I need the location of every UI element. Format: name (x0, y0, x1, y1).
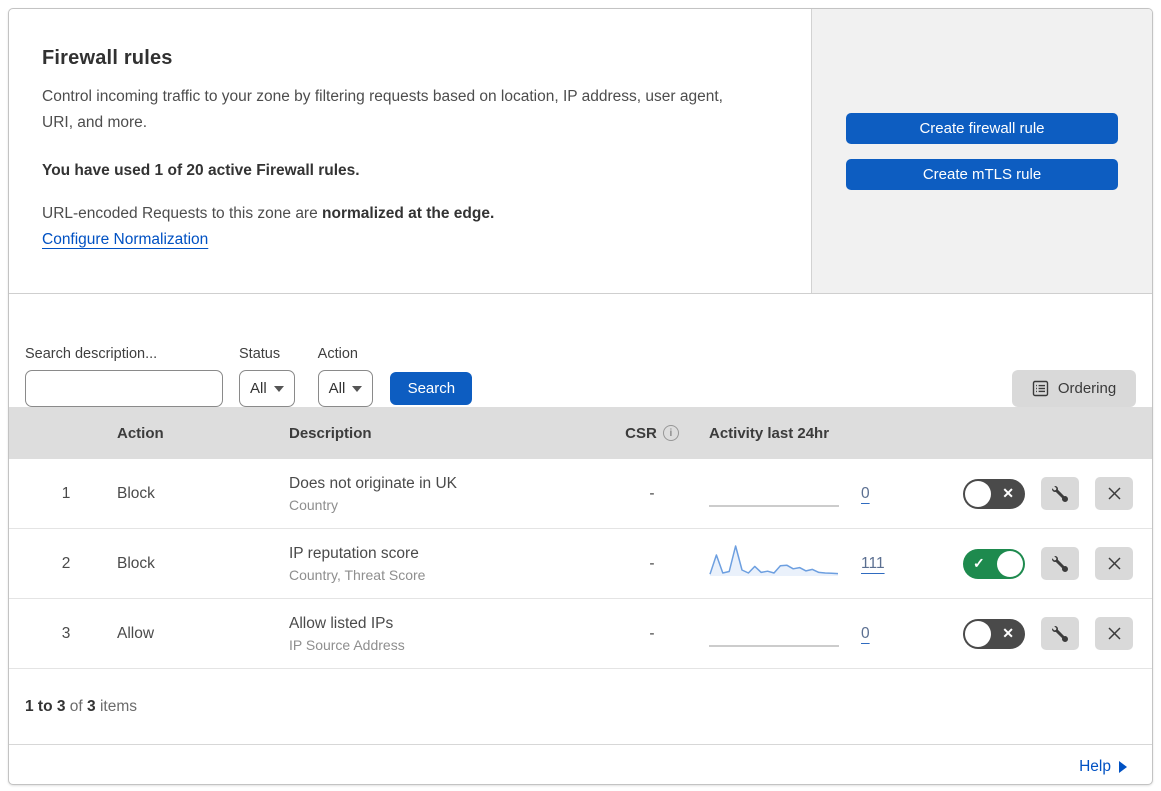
rule-enabled-toggle[interactable]: ✓ ✕ (963, 478, 1025, 509)
action-column-header: Action (117, 424, 164, 442)
pagination-summary: 1 to 3 of 3 items (9, 669, 1152, 744)
activity-count-link[interactable]: 111 (861, 555, 885, 573)
wrench-icon (1052, 555, 1068, 572)
table-row: 3 Allow Allow listed IPs IP Source Addre… (9, 599, 1152, 669)
edit-rule-button[interactable] (1041, 617, 1079, 650)
csr-column-header: CSR i (603, 425, 701, 442)
filter-bar: Search description... Status All Action … (9, 294, 1152, 407)
rule-enabled-toggle[interactable]: ✓ ✕ (963, 618, 1025, 649)
rule-fields: Country, Threat Score (289, 566, 426, 583)
toggle-knob (965, 620, 991, 647)
info-icon[interactable]: i (662, 425, 679, 441)
activity-column-header: Activity last 24hr (709, 424, 830, 442)
edit-rule-button[interactable] (1041, 547, 1079, 580)
x-icon: ✕ (1002, 625, 1014, 641)
toggle-knob (965, 480, 991, 507)
close-icon (1107, 487, 1121, 500)
action-label: Action (317, 346, 358, 362)
create-mtls-rule-button[interactable]: Create mTLS rule (846, 158, 1118, 190)
check-icon: ✓ (973, 555, 985, 571)
search-button[interactable]: Search (390, 372, 473, 405)
rule-description: Does not originate in UK (289, 474, 458, 492)
search-input[interactable] (44, 371, 243, 406)
close-icon (1107, 557, 1121, 570)
create-actions-panel: Create firewall rule Create mTLS rule (811, 9, 1152, 293)
rule-action: Allow (117, 624, 155, 642)
rule-priority: 1 (61, 484, 71, 502)
delete-rule-button[interactable] (1095, 617, 1133, 650)
delete-rule-button[interactable] (1095, 547, 1133, 580)
ordering-button[interactable]: Ordering (1012, 370, 1136, 407)
action-select[interactable]: All (317, 370, 374, 407)
wrench-icon (1052, 485, 1068, 502)
close-icon (1107, 627, 1121, 640)
rule-fields: Country (289, 496, 339, 513)
pagination-of: of (69, 697, 83, 715)
search-input-wrapper (25, 370, 243, 407)
activity-sparkline (709, 473, 839, 514)
help-bar: Help (9, 744, 1152, 784)
rule-fields: IP Source Address (289, 636, 405, 653)
intro-section: Firewall rules Control incoming traffic … (9, 9, 1152, 294)
rule-csr: - (649, 484, 655, 502)
table-row: 2 Block IP reputation score Country, Thr… (9, 529, 1152, 599)
configure-normalization-link[interactable]: Configure Normalization (42, 231, 208, 249)
activity-sparkline (709, 543, 839, 584)
firewall-rules-card: Firewall rules Control incoming traffic … (8, 8, 1153, 785)
delete-rule-button[interactable] (1095, 477, 1133, 510)
pagination-total: 3 (87, 697, 96, 715)
arrow-right-icon (1119, 761, 1127, 773)
edit-rule-button[interactable] (1041, 477, 1079, 510)
ordering-list-icon (1032, 380, 1049, 397)
rule-csr: - (649, 554, 655, 572)
wrench-icon (1052, 625, 1068, 642)
create-firewall-rule-button[interactable]: Create firewall rule (846, 112, 1118, 144)
help-link-label: Help (1079, 758, 1111, 775)
normalization-note-bold: normalized at the edge. (322, 205, 495, 223)
normalization-note-prefix: URL-encoded Requests to this zone are (42, 205, 323, 223)
intro-text: Firewall rules Control incoming traffic … (9, 9, 811, 293)
search-label: Search description... (25, 346, 158, 362)
table-header-row: Action Description CSR i Activity last 2… (9, 407, 1152, 459)
rule-description: IP reputation score (289, 544, 419, 562)
activity-count-link[interactable]: 0 (861, 485, 870, 503)
usage-summary: You have used 1 of 20 active Firewall ru… (42, 162, 360, 180)
status-select[interactable]: All (239, 370, 295, 407)
toggle-knob (997, 550, 1023, 577)
rule-enabled-toggle[interactable]: ✓ ✕ (963, 548, 1025, 579)
chevron-down-icon (352, 385, 363, 392)
normalization-note: URL-encoded Requests to this zone are no… (42, 205, 771, 223)
page-title: Firewall rules (42, 47, 173, 69)
help-link[interactable]: Help (1079, 758, 1127, 776)
rule-action: Block (117, 554, 155, 572)
pagination-range: 1 to 3 (25, 697, 66, 715)
activity-count-link[interactable]: 0 (861, 625, 870, 643)
rule-action: Block (117, 484, 155, 502)
rule-priority: 2 (61, 554, 71, 572)
description-column-header: Description (289, 424, 372, 442)
rule-description: Allow listed IPs (289, 614, 394, 632)
rule-priority: 3 (61, 624, 71, 642)
activity-sparkline (709, 613, 839, 654)
rule-csr: - (649, 624, 655, 642)
status-select-value: All (250, 380, 267, 397)
chevron-down-icon (273, 385, 284, 392)
action-select-value: All (328, 380, 346, 397)
page-description: Control incoming traffic to your zone by… (42, 88, 723, 131)
table-row: 1 Block Does not originate in UK Country… (9, 459, 1152, 529)
status-label: Status (239, 346, 281, 362)
x-icon: ✕ (1002, 485, 1014, 501)
csr-column-header-label: CSR (625, 424, 657, 442)
pagination-items-label: items (99, 697, 138, 715)
ordering-button-label: Ordering (1057, 380, 1117, 397)
